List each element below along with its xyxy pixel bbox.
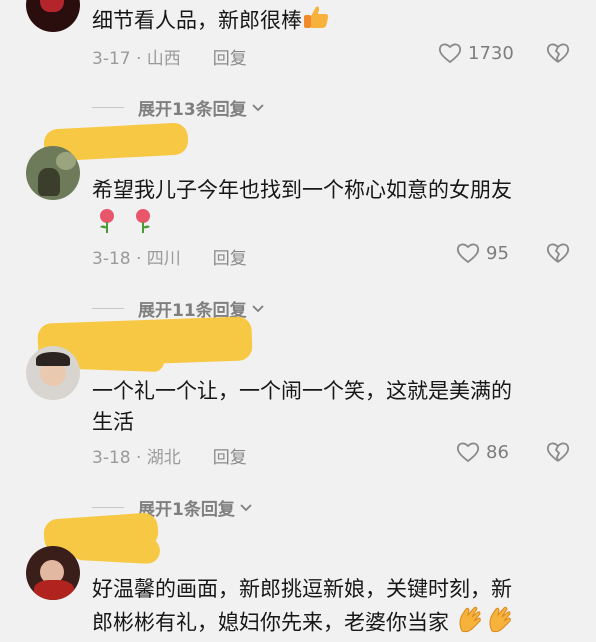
like-button[interactable]: 86 [456,441,509,463]
broken-heart-icon [546,43,570,63]
expand-replies-button[interactable]: 展开13条回复 [92,95,265,120]
rose-icon [136,209,150,233]
comment-meta: 3-18 · 湖北 回复 [92,443,247,468]
reply-button[interactable]: 回复 [213,443,247,468]
date-location: 3-18 · 四川 [92,249,181,269]
clapping-hands-icon [456,605,486,642]
dislike-button[interactable] [546,441,570,467]
dislike-button[interactable] [546,42,570,68]
avatar[interactable] [26,0,80,32]
heart-icon [456,243,480,264]
thumbs-up-icon [302,4,330,39]
rose-icon [100,209,114,233]
expand-label: 展开13条回复 [138,100,247,120]
avatar[interactable] [26,546,80,600]
like-count: 95 [486,242,509,264]
chevron-down-icon [251,299,265,319]
like-button[interactable]: 1730 [438,42,514,64]
comment-meta: 3-18 · 四川 回复 [92,244,247,269]
date-location: 3-18 · 湖北 [92,448,181,468]
broken-heart-icon [546,442,570,462]
like-button[interactable]: 95 [456,242,509,264]
divider [92,308,124,309]
rose-emoji-row [96,208,154,234]
avatar[interactable] [26,146,80,200]
comment-text: 细节看人品，新郎很棒 [92,4,330,39]
divider [92,507,124,508]
like-count: 1730 [468,42,514,64]
comment-text: 希望我儿子今年也找到一个称心如意的女朋友 [92,178,512,202]
divider [92,107,124,108]
comment-meta: 3-17 · 山西 回复 [92,44,247,69]
reply-button[interactable]: 回复 [213,44,247,69]
clapping-hands-icon [486,605,516,642]
comment-text: 一个礼一个让，一个闹一个笑，这就是美满的 生活 [92,379,512,434]
comment-text: 好温馨的画面，新郎挑逗新娘，关键时刻，新 郎彬彬有礼，媳妇你先来，老婆你当家 [92,574,516,642]
chevron-down-icon [239,498,253,518]
date-location: 3-17 · 山西 [92,49,181,69]
reply-button[interactable]: 回复 [213,244,247,269]
heart-icon [456,442,480,463]
avatar[interactable] [26,346,80,400]
like-count: 86 [486,441,509,463]
broken-heart-icon [546,243,570,263]
chevron-down-icon [251,98,265,118]
redaction-mark [69,533,161,565]
dislike-button[interactable] [546,242,570,268]
heart-icon [438,43,462,64]
